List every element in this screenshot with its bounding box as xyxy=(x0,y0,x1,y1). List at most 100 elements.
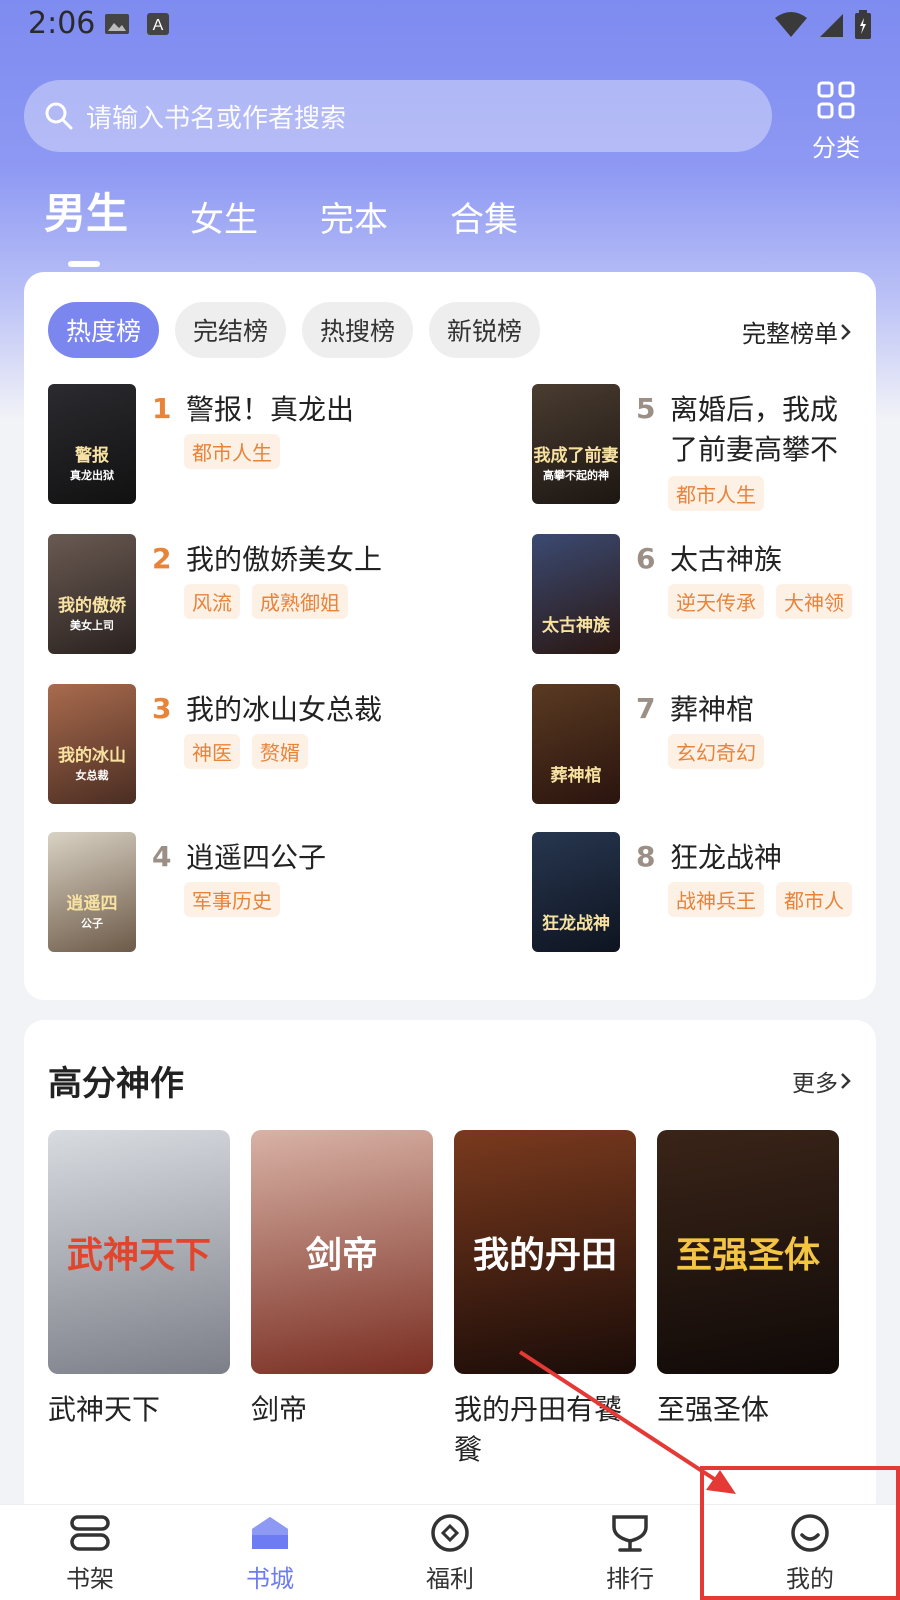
genre-tag: 风流 xyxy=(184,584,240,619)
nav-label-ranking: 排行 xyxy=(606,1565,654,1593)
genre-tag: 都市人生 xyxy=(668,476,764,511)
book-card[interactable]: 武神天下 武神天下 xyxy=(48,1130,230,1430)
nav-label-welfare: 福利 xyxy=(426,1565,474,1593)
book-cover: 我的丹田 xyxy=(454,1130,636,1374)
cover-title: 至强圣体 xyxy=(675,1234,820,1276)
more-label: 更多 xyxy=(792,1071,838,1097)
ranking-card: 热度榜 完结榜 热搜榜 新锐榜 完整榜单 警报真龙出狱1警报！真龙出狱！都市人生… xyxy=(24,272,876,1000)
signal-icon xyxy=(820,14,843,37)
rank-title: 狂龙战神 xyxy=(670,841,783,874)
rank-number: 3 xyxy=(152,692,172,725)
full-list-label: 完整榜单 xyxy=(742,320,838,348)
book-cover: 警报 真龙出狱 xyxy=(48,384,136,504)
tag-list: 逆天传承 大神领 xyxy=(668,584,868,619)
cover-title: 警报 xyxy=(75,446,109,466)
chip-finished[interactable]: 完结榜 xyxy=(175,302,287,358)
rank-number: 2 xyxy=(152,542,172,575)
trophy-icon xyxy=(612,1515,648,1552)
tag-list: 战神兵王 都市人 xyxy=(668,882,868,917)
book-cover: 至强圣体 xyxy=(657,1130,839,1374)
tab-male[interactable]: 男生 xyxy=(44,180,128,267)
ranking-item[interactable]: 我的冰山 女总裁 3 我的冰山女总裁 神医 赘婿 xyxy=(48,684,388,804)
chip-hot[interactable]: 热度榜 xyxy=(48,302,160,358)
tab-completed[interactable]: 完本 xyxy=(320,192,388,241)
genre-tag: 军事历史 xyxy=(184,882,280,917)
genre-tag: 赘婿 xyxy=(252,734,308,769)
rank-title: 葬神棺 xyxy=(670,693,755,726)
book-cover: 葬神棺 xyxy=(532,684,620,804)
nav-bookshelf[interactable]: 书架 xyxy=(0,1505,180,1600)
genre-tag: 成熟御姐 xyxy=(252,584,348,619)
book-cover: 狂龙战神 xyxy=(532,832,620,952)
ranking-item[interactable]: 葬神棺 7 葬神棺 玄幻奇幻 xyxy=(532,684,872,804)
rank-number: 5 xyxy=(636,392,656,425)
book-title: 至强圣体 xyxy=(657,1393,770,1426)
cover-subtitle: 高攀不起的神 xyxy=(543,469,609,482)
grid-icon xyxy=(817,81,855,119)
full-list-link[interactable]: 完整榜单 xyxy=(742,314,854,349)
category-label: 分类 xyxy=(812,134,860,162)
home-icon xyxy=(252,1517,288,1549)
book-cover: 剑帝 xyxy=(251,1130,433,1374)
book-card[interactable]: 我的丹田 我的丹田有饕餮 xyxy=(454,1130,636,1470)
rank-title: 离婚后，我成了前妻高攀不起的神 xyxy=(670,393,839,466)
nav-label-bookstore: 书城 xyxy=(246,1565,294,1593)
search-placeholder: 请输入书名或作者搜索 xyxy=(86,103,347,134)
cover-title: 我的丹田 xyxy=(472,1234,617,1276)
nav-welfare[interactable]: 福利 xyxy=(360,1505,540,1600)
rank-number: 4 xyxy=(152,840,172,873)
cover-title: 逍遥四 xyxy=(66,894,118,914)
rank-number: 8 xyxy=(636,840,656,873)
welfare-icon xyxy=(431,1514,469,1552)
tag-list: 军事历史 xyxy=(184,882,384,917)
status-time: 2:06 xyxy=(28,6,96,41)
search-bar[interactable]: 请输入书名或作者搜索 xyxy=(24,80,772,152)
genre-tag: 玄幻奇幻 xyxy=(668,734,764,769)
ranking-item[interactable]: 太古神族 6 太古神族 逆天传承 大神领 xyxy=(532,534,872,654)
ranking-item[interactable]: 逍遥四 公子 4 逍遥四公子 军事历史 xyxy=(48,832,388,952)
book-cover: 我成了前妻 高攀不起的神 xyxy=(532,384,620,504)
more-link[interactable]: 更多 xyxy=(792,1064,854,1098)
chip-new[interactable]: 新锐榜 xyxy=(429,302,541,358)
bookshelf-icon xyxy=(70,1515,110,1551)
book-card[interactable]: 剑帝 剑帝 xyxy=(251,1130,433,1430)
svg-text:A: A xyxy=(153,17,164,34)
nav-bookstore[interactable]: 书城 xyxy=(180,1505,360,1600)
chip-hot-search[interactable]: 热搜榜 xyxy=(302,302,414,358)
cover-title: 太古神族 xyxy=(542,616,610,636)
bottom-nav: 书架 书城 福利 排行 我的 xyxy=(0,1504,900,1600)
rank-number: 7 xyxy=(636,692,656,725)
cover-title: 狂龙战神 xyxy=(542,914,610,934)
rank-number: 6 xyxy=(636,542,656,575)
genre-tag: 逆天传承 xyxy=(668,584,764,619)
book-cover: 太古神族 xyxy=(532,534,620,654)
tab-female[interactable]: 女生 xyxy=(190,192,258,241)
wifi-icon xyxy=(775,12,807,37)
book-card[interactable]: 至强圣体 至强圣体 xyxy=(657,1130,839,1430)
nav-label-profile: 我的 xyxy=(786,1565,834,1593)
gender-tabs: 男生 女生 完本 合集 xyxy=(44,180,580,267)
genre-tag: 战神兵王 xyxy=(668,882,764,917)
ranking-item[interactable]: 我成了前妻高攀不起的神 5 离婚后，我成了前妻高攀不起的神都市人生 xyxy=(532,384,872,511)
section-title: 高分神作 xyxy=(48,1064,184,1104)
book-cover: 逍遥四 公子 xyxy=(48,832,136,952)
nav-profile[interactable]: 我的 xyxy=(720,1505,900,1600)
ranking-item[interactable]: 警报真龙出狱1警报！真龙出狱！都市人生 xyxy=(48,384,388,504)
ranking-item[interactable]: 我的傲娇美女上司 2 我的傲娇美女上司 风流成熟御姐 xyxy=(48,534,388,654)
category-button[interactable]: 分类 xyxy=(800,80,872,163)
tag-list: 都市人生 xyxy=(184,434,384,469)
book-cover: 我的傲娇 美女上司 xyxy=(48,534,136,654)
ranking-item[interactable]: 狂龙战神 8 狂龙战神 战神兵王 都市人 xyxy=(532,832,872,952)
profile-icon xyxy=(791,1514,829,1552)
chevron-right-icon xyxy=(841,1073,851,1089)
rank-number: 1 xyxy=(152,392,172,425)
tab-collection[interactable]: 合集 xyxy=(450,192,518,241)
tag-list: 神医 赘婿 xyxy=(184,734,384,769)
cover-title: 我的傲娇 xyxy=(58,596,126,616)
nav-ranking[interactable]: 排行 xyxy=(540,1505,720,1600)
nav-label-bookshelf: 书架 xyxy=(66,1565,114,1593)
cover-title: 葬神棺 xyxy=(550,766,602,786)
cover-title: 武神天下 xyxy=(66,1234,211,1276)
book-title: 剑帝 xyxy=(251,1393,308,1426)
book-title: 武神天下 xyxy=(48,1393,161,1426)
